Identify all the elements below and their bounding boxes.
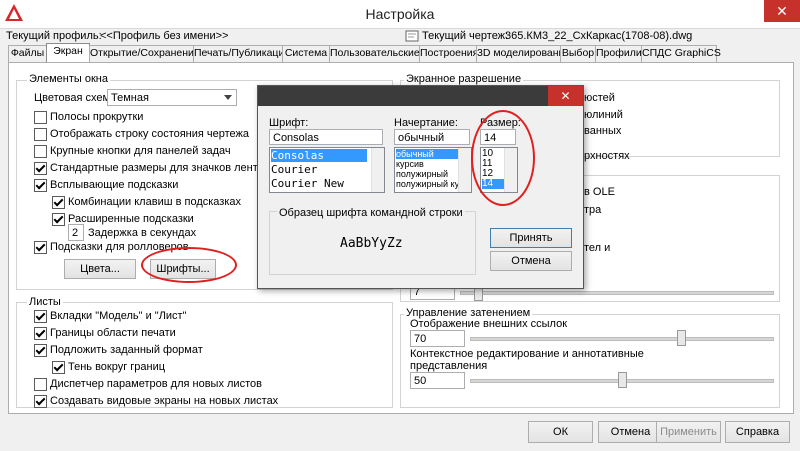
scrollbars-label: Полосы прокрутки <box>50 111 144 123</box>
color-scheme-value: Темная <box>111 92 149 104</box>
tab-files[interactable]: Файлы <box>8 45 47 63</box>
ribbon-icons-checkbox[interactable] <box>34 162 47 175</box>
font-list-scrollbar[interactable] <box>371 148 384 192</box>
crosshair-size-slider[interactable] <box>460 291 774 295</box>
style-list-item[interactable]: обычный <box>396 149 458 159</box>
context-edit-thumb[interactable] <box>617 372 627 388</box>
create-viewports-checkbox[interactable] <box>34 395 47 408</box>
status-bar-label: Отображать строку состояния чертежа <box>50 128 250 140</box>
shortcut-keys-checkbox[interactable] <box>52 196 65 209</box>
style-list-scrollbar[interactable] <box>458 148 471 192</box>
resolution-fragment-3: ванных <box>584 125 622 137</box>
paper-background-label: Подложить заданный формат <box>50 344 203 356</box>
chevron-down-icon <box>224 95 232 100</box>
font-dialog-close-button[interactable]: ✕ <box>548 86 583 106</box>
window-elements-title: Элементы окна <box>27 73 110 85</box>
xref-display-thumb[interactable] <box>676 330 686 346</box>
cancel-button[interactable]: Отмена <box>598 421 663 443</box>
model-layout-tabs-label: Вкладки "Модель" и "Лист" <box>50 310 187 322</box>
tooltips-label: Всплывающие подсказки <box>50 179 179 191</box>
font-cancel-button[interactable]: Отмена <box>490 251 572 271</box>
sheets-title: Листы <box>27 296 63 308</box>
tab-user[interactable]: Пользовательские <box>329 45 420 63</box>
scrollbars-checkbox[interactable] <box>34 111 47 124</box>
bodies-fragment: тел и <box>584 242 611 254</box>
apply-button[interactable]: Применить <box>656 421 721 443</box>
font-dialog: ✕ Шрифт: Consolas Consolas Courier Couri… <box>257 85 584 289</box>
font-sample-title: Образец шрифта командной строки <box>277 207 465 219</box>
xref-display-input[interactable]: 70 <box>410 330 465 347</box>
tab-print-publish[interactable]: Печать/Публикация <box>193 45 290 63</box>
extended-tooltips-label: Расширенные подсказки <box>68 213 194 225</box>
status-bar-checkbox[interactable] <box>34 128 47 141</box>
large-buttons-label: Крупные кнопки для панелей задач <box>50 145 231 157</box>
font-list-item[interactable]: Courier <box>271 163 317 176</box>
resolution-fragment-2: юлиний <box>584 109 623 121</box>
current-drawing-value: 365.КМ3_22_СхКаркас(1708-08).dwg <box>505 30 693 42</box>
model-layout-tabs-checkbox[interactable] <box>34 310 47 323</box>
frame-fragment: тра <box>584 204 602 216</box>
resolution-fragment-4: рхностях <box>584 150 630 162</box>
screen-resolution-title: Экранное разрешение <box>404 73 524 85</box>
annotation-circle-size <box>471 110 535 206</box>
font-list[interactable]: Consolas Courier Courier New <box>269 147 385 193</box>
style-list-item[interactable]: курсив <box>396 159 424 169</box>
tab-selection[interactable]: Выбор <box>560 45 596 63</box>
shortcut-keys-label: Комбинации клавиш в подсказках <box>68 196 242 208</box>
delay-label: Задержка в секундах <box>88 227 197 239</box>
font-list-item[interactable]: Courier New <box>271 177 344 190</box>
style-list-item[interactable]: полужирный <box>396 169 448 179</box>
font-list-item[interactable]: Consolas <box>271 149 367 162</box>
tab-screen[interactable]: Экран <box>46 43 90 64</box>
print-area-label: Границы области печати <box>50 327 176 339</box>
rollover-checkbox[interactable] <box>34 241 47 254</box>
context-edit-input[interactable]: 50 <box>410 372 465 389</box>
ok-button[interactable]: ОК <box>528 421 593 443</box>
large-buttons-checkbox[interactable] <box>34 145 47 158</box>
paper-shadow-checkbox[interactable] <box>52 361 65 374</box>
font-label: Шрифт: <box>269 117 309 129</box>
tab-profiles[interactable]: Профили <box>595 45 642 63</box>
current-drawing-label: Текущий чертеж: <box>422 30 509 42</box>
font-sample-text: AaBbYyZz <box>340 236 403 251</box>
tab-spds[interactable]: СПДС GraphiCS <box>641 45 721 63</box>
delay-input[interactable]: 2 <box>68 224 84 241</box>
print-area-checkbox[interactable] <box>34 327 47 340</box>
color-scheme-select[interactable]: Темная <box>107 89 237 106</box>
window-close-button[interactable]: ✕ <box>764 0 800 22</box>
tab-system[interactable]: Система <box>282 45 330 63</box>
paper-background-checkbox[interactable] <box>34 344 47 357</box>
context-edit-label-1: Контекстное редактирование и аннотативны… <box>410 348 644 360</box>
xref-display-slider[interactable] <box>470 337 774 341</box>
title-bar: Настройка ✕ <box>0 0 800 29</box>
font-input[interactable]: Consolas <box>269 129 383 145</box>
ole-fragment: в OLE <box>584 186 615 198</box>
context-edit-label-2: представления <box>410 360 488 372</box>
drawing-icon <box>405 30 419 46</box>
tooltips-checkbox[interactable] <box>34 179 47 192</box>
font-dialog-titlebar <box>258 86 583 106</box>
create-viewports-label: Создавать видовые экраны на новых листах <box>50 395 279 407</box>
window-title: Настройка <box>365 6 435 22</box>
tab-drafting[interactable]: Построения <box>419 45 478 63</box>
font-apply-button[interactable]: Принять <box>490 228 572 248</box>
help-button[interactable]: Справка <box>725 421 790 443</box>
style-input[interactable]: обычный <box>394 129 470 145</box>
colors-button[interactable]: Цвета... <box>64 259 136 279</box>
ribbon-icons-label: Стандартные размеры для значков ленты <box>50 162 266 174</box>
page-setup-manager-checkbox[interactable] <box>34 378 47 391</box>
tab-open-save[interactable]: Открытие/Сохранение <box>89 45 200 63</box>
tab-3d-modeling[interactable]: 3D моделирование <box>476 45 570 63</box>
paper-shadow-label: Тень вокруг границ <box>68 361 166 373</box>
current-profile-value: <<Профиль без имени>> <box>100 30 229 42</box>
resolution-fragment-1: юстей <box>584 92 615 104</box>
style-label: Начертание: <box>394 117 458 129</box>
annotation-circle-fonts <box>141 247 237 283</box>
page-setup-manager-label: Диспетчер параметров для новых листов <box>50 378 262 390</box>
xref-display-label: Отображение внешних ссылок <box>410 318 568 330</box>
style-list[interactable]: обычный курсив полужирный полужирный кур… <box>394 147 472 193</box>
extended-tooltips-checkbox[interactable] <box>52 213 65 226</box>
